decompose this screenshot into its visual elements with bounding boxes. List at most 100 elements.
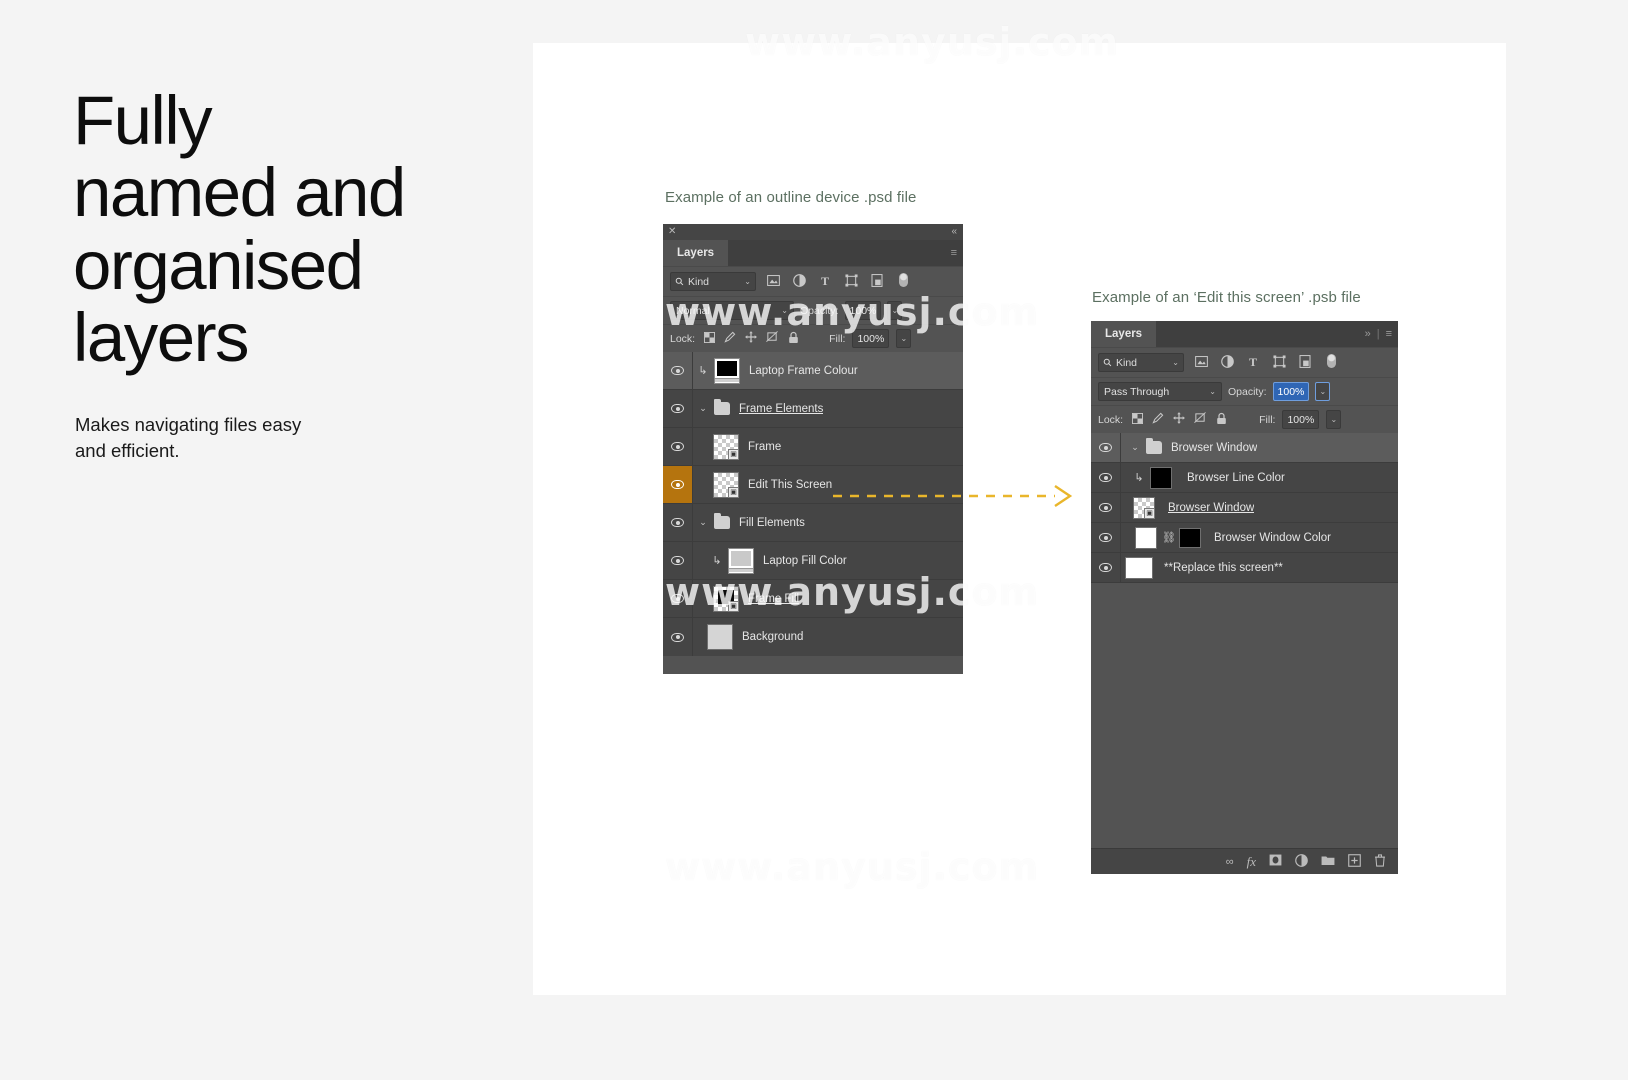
table-row[interactable]: ↳ Browser Line Color xyxy=(1091,463,1398,493)
layer-name[interactable]: Laptop Fill Color xyxy=(759,555,847,567)
opacity-value[interactable]: 100% xyxy=(844,301,882,320)
chevron-down-icon[interactable]: ⌄ xyxy=(744,277,751,286)
trash-icon[interactable] xyxy=(1374,853,1386,870)
lock-all-icon[interactable] xyxy=(786,331,800,347)
layer-name[interactable]: Fill Elements xyxy=(735,517,805,529)
chevron-down-icon[interactable]: ⌄ xyxy=(1129,442,1141,453)
pixel-filter-icon[interactable] xyxy=(764,274,782,289)
toggle-filter-icon[interactable] xyxy=(1322,353,1340,372)
blend-mode-select[interactable]: Normal ⌄ xyxy=(670,301,794,320)
adjustment-icon[interactable] xyxy=(1295,853,1308,870)
type-filter-icon[interactable]: T xyxy=(816,274,834,289)
layer-thumbnail[interactable] xyxy=(1125,556,1153,579)
shape-filter-icon[interactable] xyxy=(842,273,860,290)
smart-object-filter-icon[interactable] xyxy=(1296,354,1314,371)
fill-stepper[interactable]: ⌄ xyxy=(1326,410,1342,429)
fx-icon[interactable]: fx xyxy=(1247,854,1256,870)
chevron-down-icon[interactable]: ⌄ xyxy=(1172,358,1179,367)
layer-thumbnail[interactable] xyxy=(1150,466,1172,489)
layer-visibility-toggle[interactable] xyxy=(663,428,693,465)
folder-icon[interactable] xyxy=(1321,854,1335,869)
lock-artboard-icon[interactable] xyxy=(765,331,779,346)
adjustment-filter-icon[interactable] xyxy=(1218,354,1236,371)
pixel-filter-icon[interactable] xyxy=(1192,355,1210,370)
layer-visibility-toggle[interactable] xyxy=(663,466,693,503)
lock-artboard-icon[interactable] xyxy=(1193,412,1207,427)
layer-thumbnail[interactable] xyxy=(707,624,733,650)
table-row[interactable]: ⌄ Frame Elements xyxy=(663,390,963,428)
new-layer-icon[interactable] xyxy=(1348,853,1361,870)
lock-image-icon[interactable] xyxy=(723,331,737,346)
mask-icon[interactable] xyxy=(1269,854,1282,869)
layer-name[interactable]: Frame Fill xyxy=(744,593,799,605)
link-icon[interactable]: ∞ xyxy=(1226,856,1234,868)
expand-panel-icon[interactable]: » xyxy=(1365,328,1371,340)
panel-menu-icon[interactable]: ≡ xyxy=(951,247,957,259)
tab-layers[interactable]: Layers xyxy=(1091,321,1157,347)
table-row[interactable]: **Replace this screen** xyxy=(1091,553,1398,583)
lock-position-icon[interactable] xyxy=(1172,412,1186,427)
fill-stepper[interactable]: ⌄ xyxy=(896,329,912,348)
chevron-down-icon[interactable]: ⌄ xyxy=(697,403,709,414)
chevron-down-icon[interactable]: ⌄ xyxy=(697,517,709,528)
layer-mask-thumbnail[interactable] xyxy=(1179,527,1201,548)
layer-name[interactable]: Browser Window Color xyxy=(1206,532,1331,544)
layer-thumbnail[interactable]: ▣ xyxy=(713,585,739,612)
layer-thumbnail[interactable]: ▣ xyxy=(713,471,739,498)
opacity-stepper[interactable]: ⌄ xyxy=(887,301,903,320)
table-row[interactable]: ▣ Browser Window xyxy=(1091,493,1398,523)
layer-visibility-toggle[interactable] xyxy=(663,504,693,541)
collapse-panel-icon[interactable]: « xyxy=(951,225,957,239)
table-row[interactable]: ⛓ Browser Window Color xyxy=(1091,523,1398,553)
layer-visibility-toggle[interactable] xyxy=(663,352,693,389)
layer-visibility-toggle[interactable] xyxy=(1091,433,1121,462)
layer-visibility-toggle[interactable] xyxy=(1091,463,1121,492)
layer-thumbnail[interactable]: ▣ xyxy=(713,433,739,460)
layer-name[interactable]: Edit This Screen xyxy=(744,479,832,491)
lock-image-icon[interactable] xyxy=(1151,412,1165,427)
layer-thumbnail[interactable]: ▣ xyxy=(1133,496,1155,519)
layer-visibility-toggle[interactable] xyxy=(663,580,693,617)
lock-transparency-icon[interactable] xyxy=(1130,412,1144,427)
layer-name[interactable]: Frame xyxy=(744,441,781,453)
opacity-value[interactable]: 100% xyxy=(1272,382,1310,401)
layer-name[interactable]: Browser Window xyxy=(1160,502,1254,514)
filter-kind-select[interactable]: Kind ⌄ xyxy=(670,272,756,291)
table-row[interactable]: ▣ Frame xyxy=(663,428,963,466)
table-row[interactable]: ⌄ Browser Window xyxy=(1091,433,1398,463)
layers-panel-psd[interactable]: ✕ « Layers ≡ Kind ⌄ T Normal ⌄ Opacity: … xyxy=(663,224,963,674)
link-mask-icon[interactable]: ⛓ xyxy=(1162,531,1176,544)
shape-filter-icon[interactable] xyxy=(1270,354,1288,371)
layer-name[interactable]: Browser Window xyxy=(1167,442,1257,454)
layer-visibility-toggle[interactable] xyxy=(663,542,693,579)
filter-kind-select[interactable]: Kind ⌄ xyxy=(1098,353,1184,372)
blend-mode-select[interactable]: Pass Through ⌄ xyxy=(1098,382,1222,401)
lock-transparency-icon[interactable] xyxy=(702,331,716,346)
tab-layers[interactable]: Layers xyxy=(663,240,729,266)
table-row[interactable]: ↳ Laptop Fill Color xyxy=(663,542,963,580)
layer-visibility-toggle[interactable] xyxy=(1091,493,1121,522)
table-row[interactable]: ▣ Frame Fill xyxy=(663,580,963,618)
toggle-filter-icon[interactable] xyxy=(894,272,912,291)
layer-name[interactable]: Background xyxy=(738,631,803,643)
lock-all-icon[interactable] xyxy=(1214,412,1228,428)
chevron-down-icon[interactable]: ⌄ xyxy=(1209,387,1216,396)
adjustment-filter-icon[interactable] xyxy=(790,273,808,290)
opacity-stepper[interactable]: ⌄ xyxy=(1315,382,1331,401)
panel-menu-icon[interactable]: ≡ xyxy=(1386,328,1392,340)
lock-position-icon[interactable] xyxy=(744,331,758,346)
table-row[interactable]: Background xyxy=(663,618,963,656)
fill-value[interactable]: 100% xyxy=(1282,410,1320,429)
layer-name[interactable]: Laptop Frame Colour xyxy=(745,365,858,377)
smart-object-filter-icon[interactable] xyxy=(868,273,886,290)
layer-visibility-toggle[interactable] xyxy=(663,618,693,656)
type-filter-icon[interactable]: T xyxy=(1244,355,1262,370)
chevron-down-icon[interactable]: ⌄ xyxy=(781,306,788,315)
table-row[interactable]: ↳ Laptop Frame Colour xyxy=(663,352,963,390)
close-icon[interactable]: ✕ xyxy=(668,225,676,239)
layer-visibility-toggle[interactable] xyxy=(1091,523,1121,552)
layer-visibility-toggle[interactable] xyxy=(663,390,693,427)
layer-name[interactable]: Frame Elements xyxy=(735,403,823,415)
layer-thumbnail[interactable] xyxy=(714,357,740,384)
layer-name[interactable]: **Replace this screen** xyxy=(1158,562,1283,574)
